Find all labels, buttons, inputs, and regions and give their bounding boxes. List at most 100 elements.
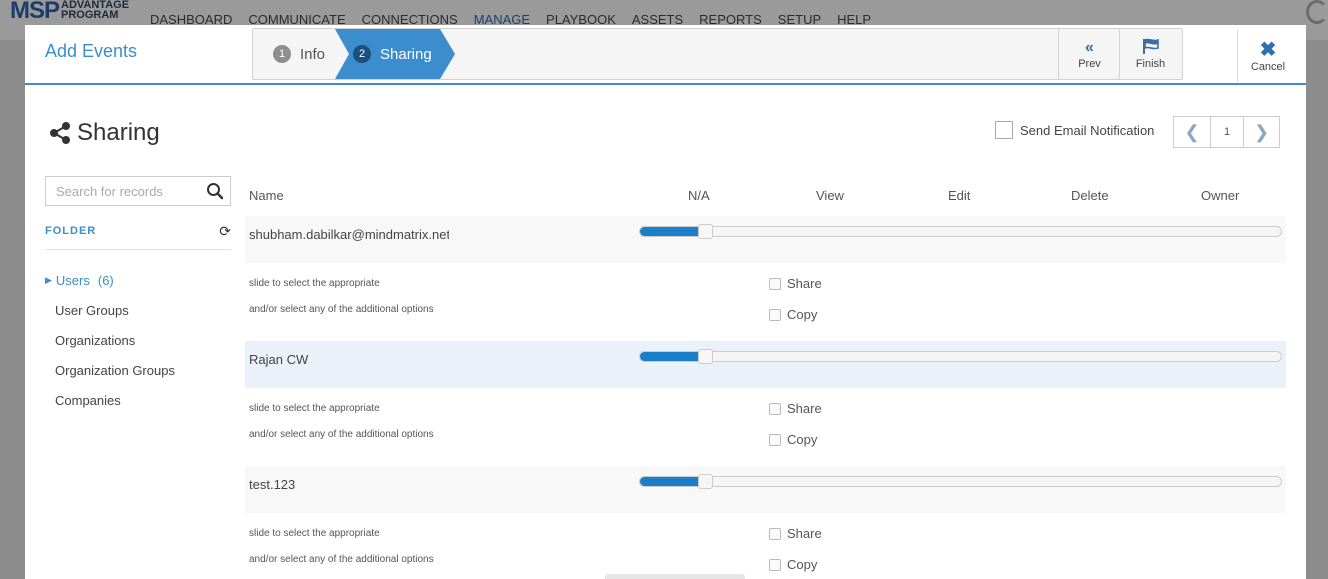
page-number[interactable]: 1 [1211, 117, 1243, 147]
search-icon[interactable] [206, 182, 224, 205]
copy-label: Copy [787, 432, 818, 447]
copy-checkbox[interactable] [769, 308, 781, 321]
folder-item-label: User Groups [55, 302, 129, 318]
folder-item-users[interactable]: ▶ Users (6) [45, 265, 231, 295]
copy-option[interactable]: Copy [769, 432, 817, 447]
slider-handle[interactable] [698, 224, 713, 239]
share-option[interactable]: Share [769, 276, 822, 291]
chevron-right-icon: ❯ [1253, 121, 1270, 142]
folder-item-companies[interactable]: Companies [45, 385, 231, 415]
column-header-edit: Edit [948, 188, 971, 203]
user-name: Rajan CW [249, 352, 309, 367]
caret-right-icon: ▶ [45, 274, 52, 285]
prev-button[interactable]: « Prev [1058, 29, 1120, 79]
background-page-right [1306, 40, 1328, 579]
notify-checkbox[interactable] [995, 121, 1013, 139]
finish-label: Finish [1135, 58, 1166, 70]
user-name: test.123 [249, 477, 296, 492]
step-sharing[interactable]: 2 Sharing [335, 29, 455, 79]
options-hint: and/or select any of the additional opti… [249, 554, 434, 565]
step-number-badge: 2 [353, 45, 371, 63]
column-header-delete: Delete [1071, 188, 1109, 203]
logo-sub-text: ADVANTAGE PROGRAM [61, 0, 129, 21]
folder-item-organization-groups[interactable]: Organization Groups [45, 355, 231, 385]
folder-list: ▶ Users (6) User Groups Organizations Or… [45, 265, 231, 415]
table-row: shubham.dabilkar@mindmatrix.net [245, 216, 1286, 263]
share-checkbox[interactable] [769, 527, 781, 540]
share-icon [50, 122, 70, 144]
slider-hint: slide to select the appropriate [249, 528, 380, 539]
step-label: Info [300, 45, 326, 63]
cancel-button[interactable]: ✖ Cancel [1237, 30, 1298, 82]
folder-item-label: Users [55, 272, 90, 288]
page-next-button[interactable]: ❯ [1243, 117, 1279, 147]
notify-label: Send Email Notification [1020, 122, 1155, 138]
share-checkbox[interactable] [769, 402, 781, 415]
share-label: Share [787, 526, 822, 541]
share-label: Share [787, 401, 822, 416]
copy-label: Copy [787, 557, 818, 572]
sharing-section-title: Sharing [49, 119, 160, 147]
search-input[interactable] [56, 183, 201, 199]
share-option[interactable]: Share [769, 526, 822, 541]
folder-item-user-groups[interactable]: User Groups [45, 295, 231, 325]
logo-sub-line-2: PROGRAM [61, 9, 119, 21]
flag-icon [1141, 38, 1161, 58]
copy-option[interactable]: Copy [769, 307, 817, 322]
share-option[interactable]: Share [769, 401, 822, 416]
finish-button[interactable]: Finish [1119, 29, 1181, 79]
scroll-indicator [605, 574, 745, 579]
step-number-badge: 1 [273, 45, 291, 63]
page-prev-button[interactable]: ❮ [1174, 117, 1211, 147]
access-level-slider[interactable] [639, 224, 1282, 239]
copy-label: Copy [787, 307, 818, 322]
slider-handle[interactable] [698, 474, 713, 489]
refresh-icon[interactable]: ⟳ [219, 223, 231, 249]
step-info[interactable]: 1 Info [253, 29, 337, 79]
column-header-owner: Owner [1201, 188, 1240, 203]
logo-main-text: MSP [10, 0, 60, 24]
user-name: shubham.dabilkar@mindmatrix.net [249, 227, 449, 242]
slider-fill [640, 227, 704, 236]
close-icon: ✖ [1259, 39, 1277, 61]
column-header-name: Name [249, 188, 284, 203]
access-level-slider[interactable] [639, 349, 1282, 364]
copy-option[interactable]: Copy [769, 557, 817, 572]
prev-label: Prev [1078, 58, 1101, 70]
folder-item-organizations[interactable]: Organizations [45, 325, 231, 355]
search-box [45, 176, 231, 206]
chevron-left-icon: ❮ [1184, 121, 1200, 142]
modal-title: Add Events [45, 41, 138, 61]
access-level-slider[interactable] [639, 474, 1282, 489]
double-chevron-left-icon: « [1085, 39, 1094, 56]
app-logo[interactable]: MSP ADVANTAGE PROGRAM [10, 0, 129, 24]
loading-spinner-icon [1306, 0, 1328, 24]
modal-header: Add Events 1 Info 2 Sharing « Prev Finis… [25, 25, 1306, 85]
share-label: Share [787, 276, 822, 291]
cancel-label: Cancel [1250, 61, 1286, 73]
background-page-left [0, 40, 25, 579]
add-events-modal: Add Events 1 Info 2 Sharing « Prev Finis… [25, 25, 1306, 579]
slider-hint: slide to select the appropriate [249, 403, 380, 414]
copy-checkbox[interactable] [769, 433, 781, 446]
folder-item-label: Companies [55, 392, 121, 408]
table-row: test.123 [245, 466, 1286, 513]
folder-header: FOLDER ⟳ [45, 223, 231, 250]
folder-header-label: FOLDER [45, 225, 97, 237]
share-checkbox[interactable] [769, 277, 781, 290]
slider-fill [640, 352, 704, 361]
column-header-na: N/A [688, 188, 710, 203]
step-label: Sharing [380, 45, 432, 63]
folder-item-count: (6) [97, 272, 114, 288]
copy-checkbox[interactable] [769, 558, 781, 571]
send-email-notification[interactable]: Send Email Notification [995, 121, 1154, 139]
table-row: Rajan CW [245, 341, 1286, 388]
pagination: ❮ 1 ❯ [1173, 116, 1280, 148]
folder-item-label: Organizations [55, 332, 136, 348]
sharing-title-text: Sharing [77, 119, 160, 146]
column-header-view: View [816, 188, 844, 203]
folder-item-label: Organization Groups [55, 362, 175, 378]
slider-fill [640, 477, 704, 486]
slider-hint: slide to select the appropriate [249, 278, 380, 289]
slider-handle[interactable] [698, 349, 713, 364]
